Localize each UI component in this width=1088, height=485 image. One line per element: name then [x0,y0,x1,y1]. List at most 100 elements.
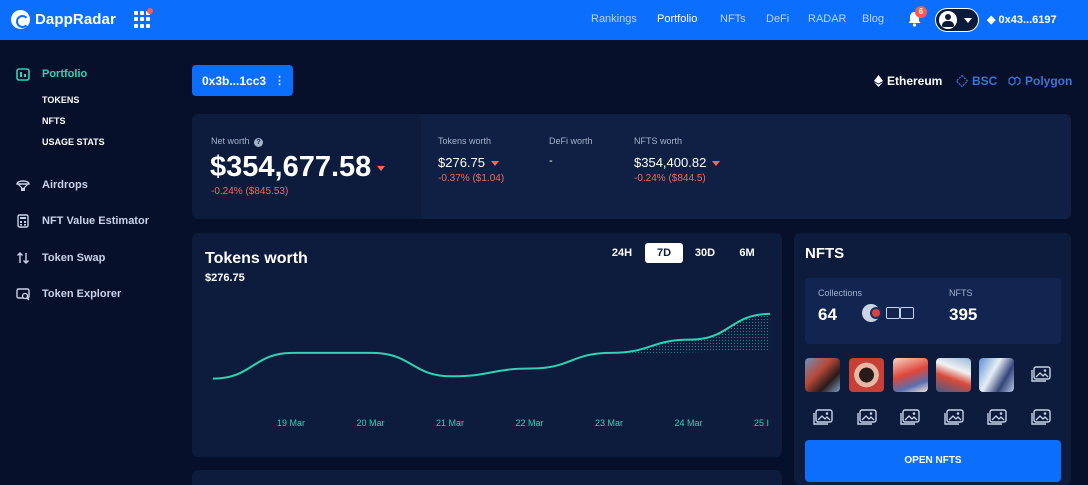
range-7d[interactable]: 7D [645,243,683,263]
chain-polygon[interactable]: Polygon [1008,74,1072,88]
notification-badge: 6 [915,6,927,18]
nft-thumbnail[interactable] [849,358,884,392]
swap-icon [17,252,29,264]
nav-blog[interactable]: Blog [862,13,884,25]
collections-count: 64 [818,305,837,324]
decrease-caret-icon [491,161,499,167]
image-placeholder-icon [900,307,914,319]
tokens-worth-amount: $276.75 [438,155,485,170]
sidebar-item-portfolio[interactable]: Portfolio [16,67,87,81]
tokens-worth-value: $276.75 [438,155,499,170]
nft-thumbnail[interactable] [936,358,971,392]
chart-title: Tokens worth [205,250,308,267]
x-tick-label: 23 Mar [595,418,624,428]
more-options-icon[interactable]: ⋮ [274,74,285,87]
nfts-worth-amount: $354,400.82 [634,155,707,170]
image-placeholder-icon[interactable] [813,409,833,426]
sidebar-item-label: Portfolio [42,68,88,80]
net-worth-label: Net worth ? [211,136,264,147]
sidebar-sub-nfts[interactable]: NFTS [42,116,66,126]
nft-thumbnail[interactable] [893,358,928,392]
sidebar-item-label: Token Explorer [42,288,122,300]
net-worth-amount: $354,677.58 [210,151,372,183]
chain-label: Polygon [1025,74,1073,88]
chart-area-fill [610,313,770,355]
connected-wallet[interactable]: ◆ 0x43...6197 [987,13,1057,26]
nfts-count: 395 [949,305,978,324]
tokens-worth-change: -0.37% ($1.04) [438,173,505,184]
net-worth-card: Net worth ? $354,677.58 -0.24% ($845.53)… [192,114,1071,219]
nft-thumbnail[interactable] [805,358,840,392]
account-menu[interactable] [935,8,979,32]
sidebar-item-token-explorer[interactable]: Token Explorer [16,287,121,301]
decrease-caret-icon [377,165,386,171]
brand-name: DappRadar [35,11,116,28]
airdrop-icon [16,180,30,191]
nft-thumbnail[interactable] [979,358,1014,392]
nav-nfts[interactable]: NFTs [720,13,746,25]
range-24h[interactable]: 24H [604,243,640,263]
explorer-icon [16,288,30,301]
polygon-icon [1008,76,1021,86]
tokens-worth-chart [212,312,771,380]
nav-portfolio[interactable]: Portfolio [657,13,697,25]
wallet-selector-button[interactable]: 0x3b...1cc3 ⋮ [192,65,293,96]
defi-worth-label: DeFi worth [549,136,593,146]
collections-label: Collections [818,288,863,298]
collection-avatars[interactable] [862,304,914,322]
net-worth-label-text: Net worth [211,136,250,146]
x-tick-label: 25 I [754,418,770,428]
image-placeholder-icon [886,307,900,319]
nfts-count-label: NFTS [949,288,973,298]
nav-radar[interactable]: RADAR [808,13,847,25]
x-tick-label: 20 Mar [356,418,385,428]
nfts-worth-label: NFTS worth [634,136,683,146]
image-placeholder-icon[interactable] [943,409,964,426]
sidebar-sub-tokens[interactable]: TOKENS [42,95,79,105]
nfts-worth-change: -0.24% ($844.5) [634,173,706,184]
chain-ethereum[interactable]: Ethereum [874,74,942,88]
nav-defi[interactable]: DeFi [766,13,789,25]
sidebar-item-token-swap[interactable]: Token Swap [16,251,105,265]
image-placeholder-icon[interactable] [900,409,920,426]
image-placeholder-icon[interactable] [1031,366,1051,383]
bsc-icon [956,75,968,87]
nav-rankings[interactable]: Rankings [591,13,637,25]
image-placeholder-icon[interactable] [856,409,877,426]
sidebar-sub-usage-stats[interactable]: USAGE STATS [42,137,105,147]
sidebar-item-label: Airdrops [42,179,88,191]
top-bar: DappRadar Rankings Portfolio NFTs DeFi R… [0,0,1088,40]
sidebar-item-label: NFT Value Estimator [42,215,149,227]
range-30d[interactable]: 30D [687,243,723,263]
x-tick-label: 21 Mar [436,418,465,428]
portfolio-icon [16,68,30,81]
user-avatar-icon [939,11,957,29]
sidebar-item-label: Token Swap [42,252,106,264]
sidebar-item-airdrops[interactable]: Airdrops [16,178,88,192]
sidebar-item-nft-value-estimator[interactable]: NFT Value Estimator [16,214,149,228]
image-placeholder-icon[interactable] [987,409,1007,426]
net-worth-value: $354,677.58 [210,151,386,184]
chain-label: BSC [972,74,998,88]
chain-bsc[interactable]: BSC [956,74,997,88]
dappradar-logo[interactable]: DappRadar [11,10,116,29]
nfts-worth-value: $354,400.82 [634,155,721,170]
chart-value: $276.75 [205,272,245,284]
chain-label: Ethereum [887,74,943,88]
nfts-title: NFTS [805,245,845,262]
help-icon[interactable]: ? [254,138,264,147]
apps-notification-dot [147,8,153,14]
open-nfts-button[interactable]: OPEN NFTS [805,440,1061,482]
calculator-icon [17,214,29,228]
connected-wallet-id: 0x43...6197 [998,14,1057,26]
x-tick-label: 22 Mar [515,418,544,428]
wallet-address: 0x3b...1cc3 [202,74,267,88]
decrease-caret-icon [712,161,721,167]
image-placeholder-icon[interactable] [1030,409,1051,426]
worth-breakdown-panel [421,114,1071,219]
net-worth-change: -0.24% ($845.53) [211,186,289,197]
range-6m[interactable]: 6M [729,243,765,263]
chevron-down-icon [964,18,972,23]
x-tick-label: 24 Mar [674,418,703,428]
defi-worth-value: - [549,155,553,167]
